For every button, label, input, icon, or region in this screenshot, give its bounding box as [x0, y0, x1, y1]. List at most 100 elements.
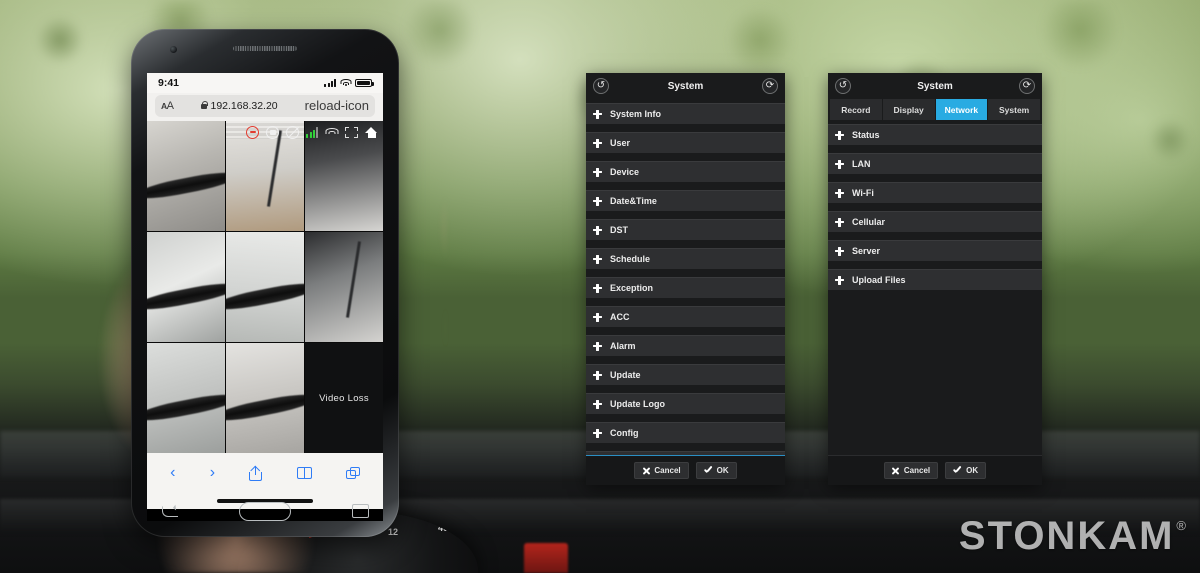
list-item-update-logo[interactable]: Update Logo	[586, 393, 785, 414]
back-icon[interactable]: ‹	[170, 465, 175, 481]
list-item-status[interactable]: Status	[828, 124, 1042, 145]
camera-cell-7[interactable]	[147, 343, 225, 453]
settings-list-right: Status LAN Wi-Fi Cellular Server Upload …	[828, 120, 1042, 455]
text-size-button[interactable]: AA	[161, 100, 174, 112]
reload-icon[interactable]: reload-icon	[305, 99, 369, 112]
camera-toolbar	[241, 121, 383, 143]
url-pill[interactable]: AA 192.168.32.20 reload-icon	[155, 94, 375, 117]
plus-icon	[593, 167, 602, 177]
list-item-label: Status	[852, 130, 880, 140]
list-item-cellular[interactable]: Cellular	[828, 211, 1042, 232]
panel-footer-mid: Cancel OK	[586, 455, 785, 485]
ok-button[interactable]: OK	[945, 462, 987, 479]
fan-blade-overlay	[147, 390, 225, 426]
cancel-button[interactable]: Cancel	[883, 462, 939, 479]
list-item-user[interactable]: User	[586, 132, 785, 153]
plus-icon	[835, 275, 844, 285]
list-item-schedule[interactable]: Schedule	[586, 248, 785, 269]
plus-icon	[835, 217, 844, 227]
list-item-date-time[interactable]: Date&Time	[586, 190, 785, 211]
android-recents-button[interactable]	[351, 504, 369, 518]
wifi-icon	[340, 79, 351, 87]
dashboard-red-object	[524, 543, 568, 573]
list-item-lan[interactable]: LAN	[828, 153, 1042, 174]
plus-icon	[593, 254, 602, 264]
list-item-label: Config	[610, 428, 639, 438]
cancel-button-label: Cancel	[654, 466, 681, 475]
tab-system[interactable]: System	[988, 99, 1040, 120]
camera-cell-1[interactable]	[147, 121, 225, 231]
ok-button[interactable]: OK	[695, 462, 737, 479]
camera-grid-area: Video Loss	[147, 121, 383, 453]
mute-icon[interactable]	[286, 125, 300, 139]
camera-cell-9[interactable]: Video Loss	[305, 343, 383, 453]
list-item-acc[interactable]: ACC	[586, 306, 785, 327]
close-icon	[642, 467, 650, 475]
back-icon[interactable]: ↺	[593, 78, 609, 94]
list-item-exception[interactable]: Exception	[586, 277, 785, 298]
plus-icon	[593, 341, 602, 351]
panel-header-right: ↺ System ⟳	[828, 73, 1042, 99]
list-item-label: Exception	[610, 283, 654, 293]
plus-icon	[593, 370, 602, 380]
plus-icon	[593, 428, 602, 438]
back-icon[interactable]: ↺	[835, 78, 851, 94]
video-loss-label: Video Loss	[319, 392, 369, 404]
camera-cell-6-cable	[345, 241, 361, 318]
plus-icon	[835, 130, 844, 140]
safari-url-bar[interactable]: AA 192.168.32.20 reload-icon	[147, 93, 383, 121]
refresh-icon[interactable]: ⟳	[1019, 78, 1035, 94]
safari-bottom-toolbar: ‹ ›	[147, 453, 383, 493]
tab-record[interactable]: Record	[830, 99, 882, 120]
tabs-icon[interactable]	[345, 467, 360, 479]
battery-icon	[355, 79, 374, 87]
cancel-button[interactable]: Cancel	[634, 462, 689, 479]
forward-icon[interactable]: ›	[210, 465, 215, 481]
settings-tabbar: Record Display Network System	[828, 99, 1042, 120]
android-back-button[interactable]	[161, 505, 178, 517]
list-item-label: Cellular	[852, 217, 886, 227]
list-item-label: Device	[610, 167, 640, 177]
fullscreen-icon[interactable]	[345, 126, 358, 139]
list-item-config[interactable]: Config	[586, 422, 785, 443]
fan-blade-overlay	[226, 390, 304, 426]
signal-strength-icon	[306, 126, 318, 138]
ios-status-bar: 9:41	[147, 73, 383, 93]
tab-display[interactable]: Display	[882, 99, 935, 120]
list-item-update[interactable]: Update	[586, 364, 785, 385]
camera-cell-4[interactable]	[147, 232, 225, 342]
list-item-dst[interactable]: DST	[586, 219, 785, 240]
android-home-button[interactable]	[238, 501, 291, 521]
list-item-upload-files[interactable]: Upload Files	[828, 269, 1042, 290]
bookmarks-icon[interactable]	[296, 466, 312, 480]
record-icon[interactable]	[246, 125, 260, 139]
tab-network[interactable]: Network	[935, 99, 988, 120]
list-item-server[interactable]: Server	[828, 240, 1042, 261]
camera-cell-6[interactable]	[305, 232, 383, 342]
list-item-label: Alarm	[610, 341, 636, 351]
camera-cell-5[interactable]	[226, 232, 304, 342]
plus-icon	[835, 246, 844, 256]
list-item-label: LAN	[852, 159, 871, 169]
registered-mark-icon: ®	[1176, 518, 1188, 533]
refresh-icon[interactable]: ⟳	[762, 78, 778, 94]
list-item-label: System Info	[610, 109, 662, 119]
snapshot-icon[interactable]	[266, 125, 280, 139]
earpiece-speaker	[233, 46, 297, 51]
url-display[interactable]: 192.168.32.20	[200, 100, 278, 112]
camera-cell-8[interactable]	[226, 343, 304, 453]
plus-icon	[593, 138, 602, 148]
list-item-alarm[interactable]: Alarm	[586, 335, 785, 356]
plus-icon	[593, 312, 602, 322]
panel-footer-right: Cancel OK	[828, 455, 1042, 485]
home-icon[interactable]	[365, 126, 378, 139]
smartphone-device: 9:41 AA 192.168.32.20 reload-icon Video …	[131, 29, 399, 537]
page-title: System	[917, 80, 953, 92]
list-item-system-info[interactable]: System Info	[586, 103, 785, 124]
stonkam-watermark: STONKAM ®	[959, 514, 1188, 559]
list-item-wifi[interactable]: Wi-Fi	[828, 182, 1042, 203]
status-time: 9:41	[158, 77, 180, 89]
list-item-device[interactable]: Device	[586, 161, 785, 182]
screenshot-root: 1 3 12 40 9:41 AA	[0, 0, 1200, 573]
share-icon[interactable]	[249, 465, 263, 481]
